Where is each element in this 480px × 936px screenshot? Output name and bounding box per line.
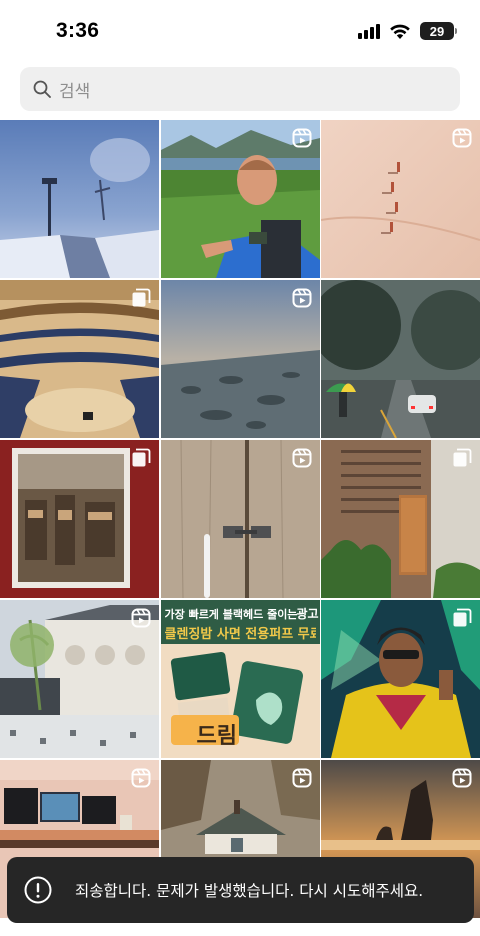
grid-tile-cyberpunk-woman[interactable] xyxy=(321,600,480,758)
status-time: 3:36 xyxy=(56,19,100,42)
reels-icon xyxy=(131,608,151,628)
search-icon xyxy=(33,80,51,98)
toast-message: 죄송합니다. 문제가 발생했습니다. 다시 시도해주세요. xyxy=(75,882,424,900)
ad-subheadline: 클렌징밤 사면 전용퍼프 무료 xyxy=(164,627,316,642)
reels-icon xyxy=(452,128,472,148)
carousel-icon xyxy=(453,448,472,467)
tile-image xyxy=(0,120,159,278)
reels-icon xyxy=(292,768,311,788)
grid-tile-wooden-door[interactable] xyxy=(160,440,320,598)
explore-grid: 가장 빠르게 블랙헤드 줄이는 조 광고 클렌징밤 사면 전용퍼프 무료 드림 xyxy=(0,120,480,918)
carousel-icon xyxy=(453,608,472,627)
search-input[interactable]: 검색 xyxy=(59,77,90,102)
reels-icon xyxy=(292,288,311,308)
grid-tile-coastline[interactable] xyxy=(160,280,320,438)
grid-tile-hiker[interactable] xyxy=(160,120,320,278)
reels-icon xyxy=(131,768,151,788)
search-bar[interactable]: 검색 xyxy=(20,67,460,111)
reels-icon xyxy=(292,448,311,468)
reels-icon xyxy=(452,768,472,788)
reels-icon xyxy=(292,128,311,148)
grid-tile-framed-workshop[interactable] xyxy=(0,440,159,598)
grid-tile-ornate-building[interactable] xyxy=(0,600,159,758)
ad-sticker: 드림 xyxy=(196,724,237,749)
grid-tile-concert-hall[interactable] xyxy=(0,280,159,438)
signal-icon xyxy=(358,23,380,39)
carousel-icon xyxy=(132,288,151,307)
grid-tile-brick-house[interactable] xyxy=(321,440,480,598)
ad-headline: 가장 빠르게 블랙헤드 줄이는 조 xyxy=(164,608,300,621)
grid-tile-foggy-path[interactable] xyxy=(0,120,159,278)
error-icon xyxy=(24,876,52,904)
error-toast: 죄송합니다. 문제가 발생했습니다. 다시 시도해주세요. xyxy=(7,857,474,923)
carousel-icon xyxy=(132,448,151,467)
status-bar: 3:36 29 xyxy=(0,0,480,64)
battery-icon: 29 xyxy=(420,22,457,40)
status-icons: 29 xyxy=(358,20,457,42)
ad-label: 광고 xyxy=(296,607,319,621)
grid-tile-rainy-street[interactable] xyxy=(321,280,480,438)
grid-tile-desert[interactable] xyxy=(321,120,480,278)
wifi-icon xyxy=(390,24,410,39)
tile-image xyxy=(321,280,480,438)
grid-tile-product-ad[interactable]: 가장 빠르게 블랙헤드 줄이는 조 광고 클렌징밤 사면 전용퍼프 무료 드림 xyxy=(160,600,320,758)
